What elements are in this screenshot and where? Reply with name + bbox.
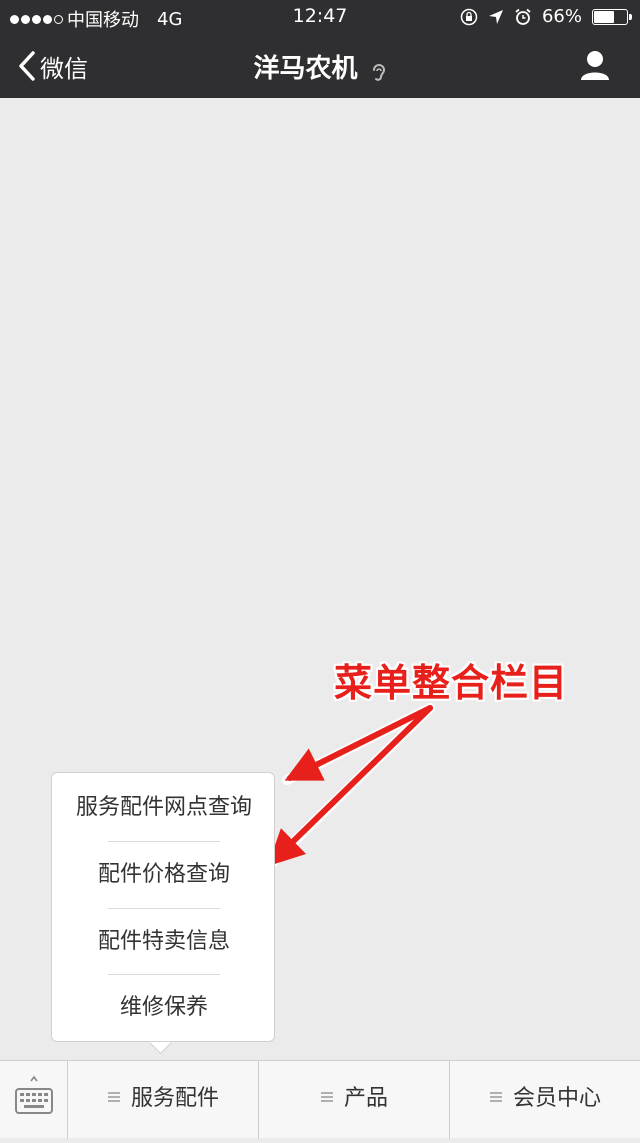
- annotation-label: 菜单整合栏目: [334, 661, 569, 705]
- alarm-icon: [515, 8, 531, 25]
- keyboard-toggle-button[interactable]: [0, 1061, 68, 1139]
- status-bar: 中国移动 4G 12:47 66%: [0, 0, 640, 34]
- submenu-popup: 服务配件网点查询 配件价格查询 配件特卖信息 维修保养: [51, 772, 275, 1042]
- submenu-item-maintenance[interactable]: 维修保养: [52, 975, 276, 1041]
- tab-products[interactable]: 产品: [258, 1061, 449, 1139]
- profile-button[interactable]: [578, 48, 612, 82]
- battery-percent: 66%: [541, 6, 582, 27]
- submenu-item-service-locator[interactable]: 服务配件网点查询: [52, 775, 276, 841]
- tab-label: 产品: [343, 1086, 388, 1111]
- orientation-lock-icon: [460, 8, 478, 25]
- menu-icon: [107, 1092, 120, 1102]
- status-right: 66%: [460, 6, 632, 27]
- tab-label: 服务配件: [130, 1086, 219, 1111]
- submenu-item-parts-price[interactable]: 配件价格查询: [52, 842, 276, 908]
- ear-icon: [372, 63, 385, 81]
- menu-icon: [320, 1092, 333, 1102]
- submenu-item-parts-sale[interactable]: 配件特卖信息: [52, 909, 276, 975]
- menu-icon: [489, 1092, 502, 1102]
- battery-level: [594, 10, 615, 23]
- page-title: 洋马农机: [253, 54, 358, 84]
- tab-label: 会员中心: [512, 1086, 601, 1111]
- tab-member-center[interactable]: 会员中心: [449, 1061, 640, 1139]
- nav-title-area: 洋马农机: [0, 48, 640, 85]
- location-arrow-icon: [488, 9, 503, 24]
- tab-service-parts[interactable]: 服务配件: [68, 1061, 258, 1139]
- person-icon: [581, 51, 609, 80]
- bottom-menu-bar: 服务配件 产品 会员中心: [0, 1060, 640, 1139]
- keyboard-icon: [15, 1075, 53, 1114]
- battery-icon: [592, 8, 632, 25]
- nav-bar: 微信 洋马农机: [0, 34, 640, 98]
